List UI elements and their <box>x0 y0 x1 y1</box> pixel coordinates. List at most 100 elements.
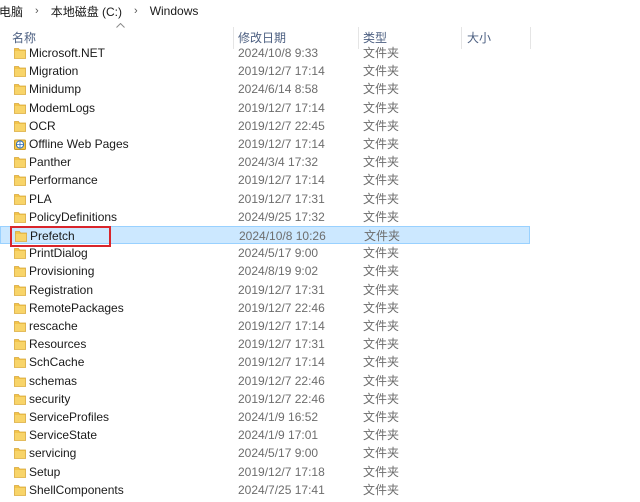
file-row[interactable]: ModemLogs 2019/12/7 17:14 文件夹 <box>0 99 530 117</box>
file-name: SchCache <box>29 355 85 369</box>
folder-icon <box>14 102 26 114</box>
file-name: Provisioning <box>29 264 95 278</box>
folder-icon <box>14 484 26 496</box>
file-row[interactable]: PLA 2019/12/7 17:31 文件夹 <box>0 190 530 208</box>
file-modified-date: 2019/12/7 22:46 <box>238 301 325 315</box>
file-row[interactable]: Microsoft.NET 2024/10/8 9:33 文件夹 <box>0 44 530 62</box>
file-name: ModemLogs <box>29 101 96 115</box>
file-row[interactable]: Setup 2019/12/7 17:18 文件夹 <box>0 463 530 481</box>
file-row[interactable]: SchCache 2019/12/7 17:14 文件夹 <box>0 353 530 371</box>
file-type: 文件夹 <box>363 155 400 169</box>
file-modified-date: 2019/12/7 17:14 <box>238 355 325 369</box>
file-name: schemas <box>29 374 78 388</box>
folder-icon <box>14 265 26 277</box>
file-row[interactable]: RemotePackages 2019/12/7 22:46 文件夹 <box>0 299 530 317</box>
file-modified-date: 2019/12/7 17:14 <box>238 64 325 78</box>
file-modified-date: 2024/5/17 9:00 <box>238 246 319 260</box>
file-row[interactable]: Provisioning 2024/8/19 9:02 文件夹 <box>0 262 530 280</box>
file-modified-date: 2019/12/7 17:14 <box>238 173 325 187</box>
file-name: Performance <box>29 173 98 187</box>
folder-icon <box>14 375 26 387</box>
file-modified-date: 2019/12/7 22:46 <box>238 374 325 388</box>
file-name: PLA <box>29 192 52 206</box>
file-name: OCR <box>29 119 56 133</box>
file-type: 文件夹 <box>363 428 400 442</box>
breadcrumb-item-windows[interactable]: Windows <box>147 4 202 18</box>
file-type: 文件夹 <box>364 229 401 243</box>
file-name: ServiceProfiles <box>29 410 110 424</box>
file-type: 文件夹 <box>363 264 400 278</box>
file-row[interactable]: Performance 2019/12/7 17:14 文件夹 <box>0 171 530 189</box>
breadcrumb-item-local-disk[interactable]: 本地磁盘 (C:) <box>48 3 125 20</box>
breadcrumb-item-computer[interactable]: 电脑 <box>0 3 26 20</box>
file-row[interactable]: security 2019/12/7 22:46 文件夹 <box>0 390 530 408</box>
file-modified-date: 2024/7/25 17:41 <box>238 483 325 497</box>
folder-icon <box>14 302 26 314</box>
file-row[interactable]: Resources 2019/12/7 17:31 文件夹 <box>0 335 530 353</box>
file-type: 文件夹 <box>363 465 400 479</box>
file-row[interactable]: Migration 2019/12/7 17:14 文件夹 <box>0 62 530 80</box>
breadcrumb-separator-icon[interactable]: › <box>125 5 147 17</box>
file-type: 文件夹 <box>363 192 400 206</box>
column-divider[interactable] <box>530 27 531 49</box>
file-row[interactable]: Registration 2019/12/7 17:31 文件夹 <box>0 281 530 299</box>
file-row[interactable]: Minidump 2024/6/14 8:58 文件夹 <box>0 80 530 98</box>
file-name: security <box>29 392 71 406</box>
file-name: Panther <box>29 155 72 169</box>
file-modified-date: 2019/12/7 17:31 <box>238 337 325 351</box>
file-type: 文件夹 <box>363 119 400 133</box>
file-type: 文件夹 <box>363 410 400 424</box>
folder-icon <box>14 193 26 205</box>
file-name: Minidump <box>29 82 82 96</box>
folder-icon <box>14 211 26 223</box>
file-name: Microsoft.NET <box>29 46 106 60</box>
file-modified-date: 2024/9/25 17:32 <box>238 210 325 224</box>
folder-icon <box>14 65 26 77</box>
file-modified-date: 2019/12/7 22:45 <box>238 119 325 133</box>
folder-icon <box>14 156 26 168</box>
file-type: 文件夹 <box>363 173 400 187</box>
file-name: PolicyDefinitions <box>29 210 118 224</box>
folder-icon <box>14 466 26 478</box>
file-modified-date: 2024/1/9 16:52 <box>238 410 319 424</box>
file-modified-date: 2019/12/7 22:46 <box>238 392 325 406</box>
folder-icon <box>14 429 26 441</box>
folder-icon <box>14 120 26 132</box>
file-name: RemotePackages <box>29 301 124 315</box>
file-row[interactable]: schemas 2019/12/7 22:46 文件夹 <box>0 372 530 390</box>
file-type: 文件夹 <box>363 374 400 388</box>
file-row[interactable]: ServiceState 2024/1/9 17:01 文件夹 <box>0 426 530 444</box>
folder-icon <box>14 83 26 95</box>
folder-icon <box>14 247 26 259</box>
file-name: ShellComponents <box>29 483 124 497</box>
file-modified-date: 2019/12/7 17:14 <box>238 101 325 115</box>
file-modified-date: 2024/8/19 9:02 <box>238 264 319 278</box>
file-modified-date: 2019/12/7 17:14 <box>238 319 325 333</box>
file-row[interactable]: PolicyDefinitions 2024/9/25 17:32 文件夹 <box>0 208 530 226</box>
file-row[interactable]: servicing 2024/5/17 9:00 文件夹 <box>0 444 530 462</box>
file-name: Setup <box>29 465 61 479</box>
file-row[interactable]: ShellComponents 2024/7/25 17:41 文件夹 <box>0 481 530 499</box>
folder-icon <box>14 356 26 368</box>
file-type: 文件夹 <box>363 82 400 96</box>
file-type: 文件夹 <box>363 46 400 60</box>
file-type: 文件夹 <box>363 137 400 151</box>
breadcrumb-separator-icon[interactable]: › <box>26 5 48 17</box>
breadcrumb: 电脑 › 本地磁盘 (C:) › Windows <box>0 0 640 22</box>
file-name: rescache <box>29 319 78 333</box>
file-modified-date: 2024/3/4 17:32 <box>238 155 319 169</box>
file-modified-date: 2019/12/7 17:14 <box>238 137 325 151</box>
folder-icon <box>14 47 26 59</box>
file-row[interactable]: OCR 2019/12/7 22:45 文件夹 <box>0 117 530 135</box>
file-row[interactable]: ServiceProfiles 2024/1/9 16:52 文件夹 <box>0 408 530 426</box>
file-row[interactable]: rescache 2019/12/7 17:14 文件夹 <box>0 317 530 335</box>
file-modified-date: 2019/12/7 17:18 <box>238 465 325 479</box>
file-modified-date: 2024/6/14 8:58 <box>238 82 319 96</box>
file-row[interactable]: Panther 2024/3/4 17:32 文件夹 <box>0 153 530 171</box>
file-type: 文件夹 <box>363 301 400 315</box>
file-row[interactable]: Offline Web Pages 2019/12/7 17:14 文件夹 <box>0 135 530 153</box>
folder-icon <box>14 447 26 459</box>
folder-icon <box>14 393 26 405</box>
file-type: 文件夹 <box>363 337 400 351</box>
file-modified-date: 2019/12/7 17:31 <box>238 192 325 206</box>
